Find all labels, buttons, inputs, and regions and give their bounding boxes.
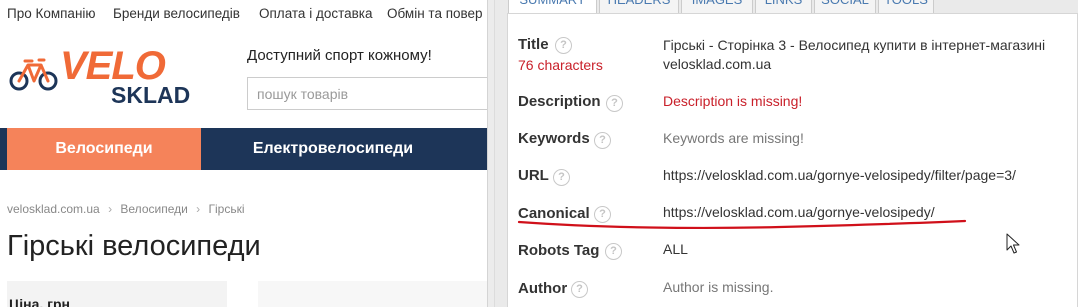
tab-summary[interactable]: SUMMARY: [508, 0, 597, 14]
tab-links[interactable]: LINKS: [755, 0, 812, 14]
search-box[interactable]: [247, 77, 487, 110]
url-value[interactable]: https://velosklad.com.ua/gornye-velosipe…: [663, 167, 1016, 183]
website-viewport: Про Компанію Бренди велосипедів Оплата і…: [0, 0, 487, 307]
url-label: URL: [518, 167, 549, 184]
site-logo[interactable]: VELO SKLAD: [8, 44, 208, 108]
breadcrumb-current: Гірські: [208, 202, 245, 216]
help-icon[interactable]: ?: [571, 281, 588, 298]
tab-social[interactable]: SOCIAL: [814, 0, 876, 14]
help-icon[interactable]: ?: [555, 37, 572, 54]
nav-payment-delivery[interactable]: Оплата і доставка: [259, 6, 373, 21]
tab-headers[interactable]: HEADERS: [599, 0, 679, 14]
canonical-label: Canonical: [518, 205, 590, 222]
help-icon[interactable]: ?: [605, 243, 622, 260]
page-title: Гірські велосипеди: [7, 230, 261, 262]
products-panel: [258, 281, 487, 307]
filter-price-label: Ціна, грн: [9, 296, 70, 307]
description-value: Description is missing!: [663, 93, 803, 109]
breadcrumb-home[interactable]: velosklad.com.ua: [7, 202, 100, 216]
category-navigation: Велосипеди Електровелосипеди: [0, 128, 487, 170]
help-icon[interactable]: ?: [594, 206, 611, 223]
category-e-bikes[interactable]: Електровелосипеди: [201, 128, 465, 170]
top-navigation: Про Компанію Бренди велосипедів Оплата і…: [0, 0, 487, 28]
help-icon[interactable]: ?: [594, 132, 611, 149]
title-value-line-1: Гірські - Сторінка 3 - Велосипед купити …: [663, 37, 1046, 53]
nav-about[interactable]: Про Компанію: [7, 6, 96, 21]
title-length: 76 characters: [518, 57, 603, 73]
logo-sklad-text: SKLAD: [111, 82, 191, 108]
keywords-label: Keywords: [518, 130, 590, 147]
mouse-cursor-icon: [1006, 233, 1020, 254]
keywords-value: Keywords are missing!: [663, 130, 804, 146]
robots-tag-value: ALL: [663, 241, 688, 257]
help-icon[interactable]: ?: [553, 169, 570, 186]
search-input[interactable]: [248, 78, 487, 109]
tab-images[interactable]: IMAGES: [681, 0, 753, 14]
author-value: Author is missing.: [663, 279, 774, 295]
breadcrumb-separator: ›: [196, 202, 201, 216]
breadcrumb-bicycles[interactable]: Велосипеди: [120, 202, 187, 216]
title-value-line-2: velosklad.com.ua: [663, 56, 772, 72]
help-icon[interactable]: ?: [606, 95, 623, 112]
panel-splitter[interactable]: [487, 0, 495, 307]
breadcrumb-separator: ›: [108, 202, 113, 216]
author-label: Author: [518, 280, 568, 297]
nav-brands[interactable]: Бренди велосипедів: [113, 6, 240, 21]
canonical-value[interactable]: https://velosklad.com.ua/gornye-velosipe…: [663, 204, 935, 220]
site-slogan: Доступний спорт кожному!: [247, 47, 432, 64]
description-label: Description: [518, 93, 601, 110]
nav-exchange-return[interactable]: Обмін та повер: [387, 6, 483, 21]
category-bicycles[interactable]: Велосипеди: [7, 128, 201, 170]
logo-bicycle-icon: [9, 58, 58, 91]
breadcrumb: velosklad.com.ua › Велосипеди › Гірські: [7, 202, 250, 216]
panel-tabs: SUMMARY HEADERS IMAGES LINKS SOCIAL TOOL…: [495, 0, 1078, 14]
robots-tag-label: Robots Tag: [518, 242, 600, 259]
tab-tools[interactable]: TOOLS: [878, 0, 934, 14]
title-label: Title: [518, 36, 549, 53]
